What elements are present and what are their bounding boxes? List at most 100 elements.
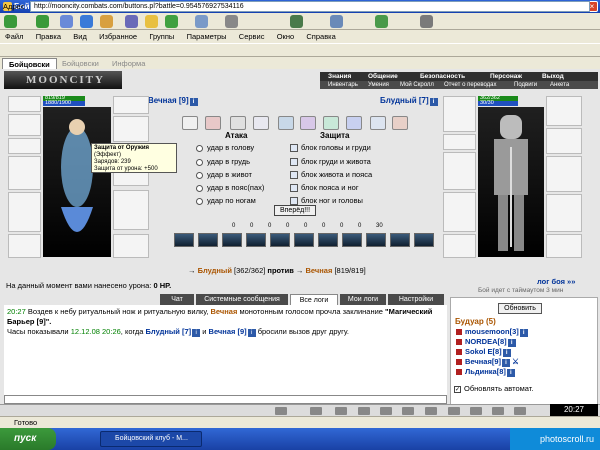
skill-icon[interactable]: [414, 233, 434, 247]
slot-amulet[interactable]: [8, 114, 41, 136]
eye-icon[interactable]: [346, 116, 362, 130]
skill-icon[interactable]: [342, 233, 362, 247]
tab-combats-2[interactable]: Бойцовски: [56, 58, 105, 69]
menu-security[interactable]: Безопасность: [420, 72, 465, 81]
private-icon[interactable]: [456, 329, 462, 336]
block-legs-head[interactable]: блок ног и головы: [290, 196, 363, 206]
right-slot-amulet[interactable]: [443, 134, 476, 150]
block-belly-waist[interactable]: блок живота и пояса: [290, 170, 372, 180]
tab-system-messages[interactable]: Системные сообщения: [196, 294, 288, 305]
radio-icon[interactable]: [196, 184, 203, 192]
tool-icon[interactable]: [310, 407, 322, 415]
radio-icon[interactable]: [196, 158, 203, 166]
menu-exit[interactable]: Выход: [542, 72, 564, 81]
skill-icon[interactable]: [294, 233, 314, 247]
history-icon[interactable]: [165, 15, 178, 28]
plugin-icon[interactable]: [375, 15, 388, 28]
info-icon[interactable]: i: [502, 349, 511, 357]
scroll-icon[interactable]: [300, 116, 316, 130]
tab-all-logs[interactable]: Все логи: [290, 294, 338, 305]
right-player-name[interactable]: Блудный [7] i: [380, 96, 438, 106]
info-icon[interactable]: i: [507, 339, 516, 347]
block-checkbox[interactable]: [290, 184, 298, 193]
menu-character[interactable]: Персонаж: [490, 72, 522, 81]
skill-icon[interactable]: [246, 233, 266, 247]
menu-options[interactable]: Параметры: [187, 32, 227, 41]
menu-profile[interactable]: Анкета: [550, 81, 569, 89]
slot-earrings[interactable]: [8, 138, 41, 154]
menu-feats[interactable]: Подвиги: [514, 81, 537, 89]
refresh-button[interactable]: Обновить: [498, 303, 542, 314]
private-icon[interactable]: [456, 349, 462, 356]
crystal-icon[interactable]: [278, 116, 294, 130]
favorites-icon[interactable]: [145, 15, 158, 28]
lightning-icon[interactable]: [253, 116, 269, 130]
block-checkbox[interactable]: [290, 144, 298, 153]
tab-my-logs[interactable]: Мои логи: [340, 294, 386, 305]
player-list-item[interactable]: NORDEA[8] i: [456, 337, 516, 347]
right-slot-helmet[interactable]: [443, 96, 476, 132]
taskbar-item[interactable]: Бойцовский клуб - M...: [100, 431, 202, 447]
menu-view[interactable]: Вид: [73, 32, 87, 41]
tab-combats-1[interactable]: Бойцовски: [2, 58, 57, 69]
skill-icon[interactable]: [270, 233, 290, 247]
player-list-item[interactable]: Льдинка[8] i: [456, 367, 515, 377]
tab-chat[interactable]: Чат: [160, 294, 194, 305]
tool-icon[interactable]: [380, 407, 392, 415]
group-icon[interactable]: [330, 15, 343, 28]
player-list-item[interactable]: Вечная[9] i ⚔: [456, 357, 519, 367]
gift-icon[interactable]: [392, 116, 408, 130]
private-icon[interactable]: [456, 369, 462, 376]
stop-icon[interactable]: [60, 15, 73, 28]
tab-settings[interactable]: Настройки: [388, 294, 444, 305]
glasses-icon[interactable]: [182, 116, 198, 130]
skill-icon[interactable]: [366, 233, 386, 247]
player-list-item[interactable]: Sokol E[8] i: [456, 347, 511, 357]
tab-info[interactable]: Информа: [106, 58, 151, 69]
slot-belt[interactable]: [8, 234, 41, 258]
menu-file[interactable]: Файл: [5, 32, 23, 41]
radio-icon[interactable]: [196, 197, 203, 205]
info-icon[interactable]: i: [247, 329, 256, 337]
menu-favorites[interactable]: Избранное: [99, 32, 137, 41]
slot-weapon[interactable]: [8, 156, 41, 190]
print-icon[interactable]: [225, 15, 238, 28]
slot-boots[interactable]: [113, 234, 149, 258]
slot-helmet[interactable]: [8, 96, 41, 112]
first-aid-icon[interactable]: [205, 116, 221, 130]
tool-icon[interactable]: [402, 407, 414, 415]
menu-window[interactable]: Окно: [277, 32, 294, 41]
tool-icon[interactable]: [448, 407, 460, 415]
block-chest-belly[interactable]: блок груди и живота: [290, 157, 371, 167]
right-slot-tree[interactable]: [546, 156, 582, 192]
forward-icon[interactable]: [36, 15, 49, 28]
attack-belly[interactable]: удар в живот: [196, 170, 252, 179]
versus-right-name[interactable]: Вечная: [306, 266, 333, 275]
tool-icon[interactable]: [492, 407, 504, 415]
mail-icon[interactable]: [195, 15, 208, 28]
tool-icon[interactable]: [514, 407, 526, 415]
tool-icon[interactable]: [275, 407, 287, 415]
menu-knowledge[interactable]: Знания: [328, 72, 351, 81]
skill-icon[interactable]: [318, 233, 338, 247]
block-head-chest[interactable]: блок головы и груди: [290, 143, 371, 153]
home-icon[interactable]: [100, 15, 113, 28]
battle-log-link[interactable]: лог боя »»: [537, 277, 575, 286]
menu-help[interactable]: Справка: [306, 32, 335, 41]
skill-icon[interactable]: [390, 233, 410, 247]
window-icon[interactable]: [420, 15, 433, 28]
menu-groups[interactable]: Группы: [149, 32, 174, 41]
player-list-item[interactable]: mousemoon[3] i: [456, 327, 528, 337]
chat-input[interactable]: [4, 395, 447, 404]
slot-armor[interactable]: [8, 192, 41, 232]
versus-left-name[interactable]: Блудный: [198, 266, 232, 275]
checkbox-checked-icon[interactable]: ✓: [454, 385, 461, 393]
shield-icon[interactable]: [370, 116, 386, 130]
right-slot-gloves[interactable]: [546, 96, 582, 126]
book-icon[interactable]: [230, 116, 246, 130]
menu-inventory[interactable]: Инвентарь: [328, 81, 358, 89]
info-icon[interactable]: i: [519, 329, 528, 337]
start-button[interactable]: пуск: [0, 428, 56, 450]
auto-refresh[interactable]: ✓ Обновлять автомат.: [454, 384, 533, 393]
refresh-icon[interactable]: [80, 15, 93, 28]
